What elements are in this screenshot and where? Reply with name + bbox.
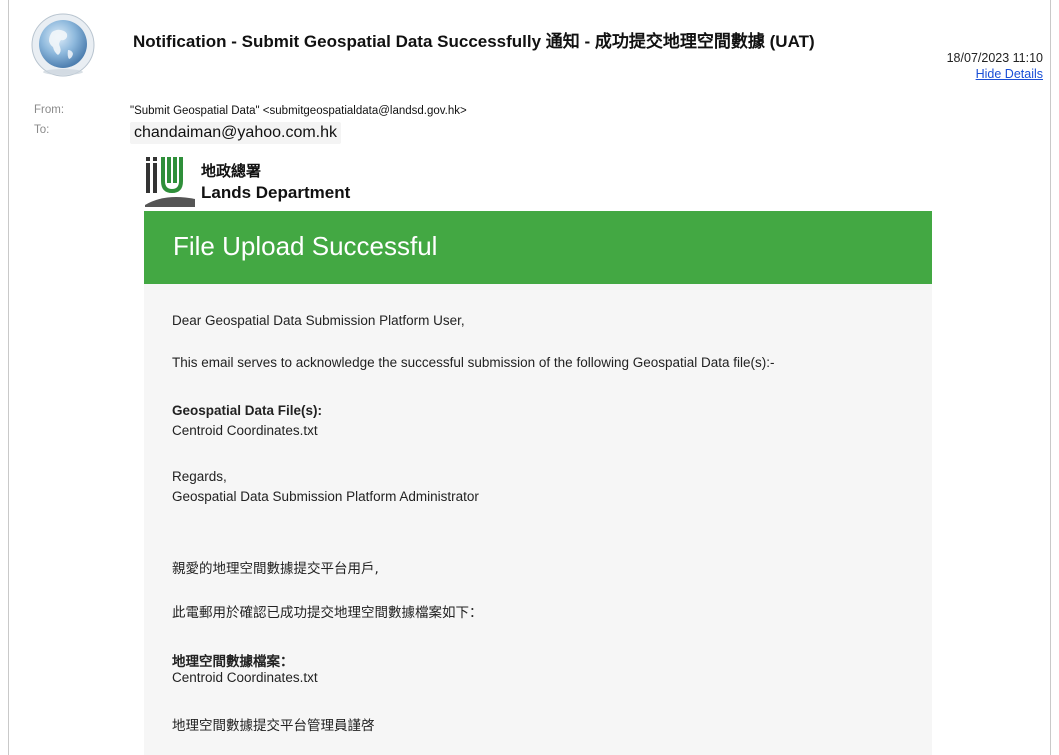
to-value[interactable]: chandaiman@yahoo.com.hk: [130, 122, 342, 144]
signature-text: Geospatial Data Submission Platform Admi…: [172, 489, 479, 504]
email-date: 18/07/2023 11:10: [946, 51, 1043, 65]
files-heading-zh: 地理空間數據檔案：: [172, 654, 294, 670]
lands-department-logo-mark: [145, 157, 195, 207]
greeting-text: Dear Geospatial Data Submission Platform…: [172, 313, 465, 328]
signature-text-zh: 地理空間數據提交平台管理員謹啓: [172, 718, 375, 734]
to-label: To:: [34, 124, 50, 136]
file-name: Centroid Coordinates.txt: [172, 423, 318, 438]
greeting-text-zh: 親愛的地理空間數據提交平台用戶,: [172, 561, 379, 577]
hide-details-link[interactable]: Hide Details: [976, 67, 1043, 81]
regards-text: Regards,: [172, 469, 227, 484]
intro-text: This email serves to acknowledge the suc…: [172, 355, 775, 370]
files-heading: Geospatial Data File(s):: [172, 403, 323, 418]
globe-icon: [30, 12, 96, 78]
success-banner: File Upload Successful: [144, 211, 932, 284]
logo-name-en: Lands Department: [201, 183, 351, 202]
file-name-zh: Centroid Coordinates.txt: [172, 670, 318, 685]
from-value[interactable]: "Submit Geospatial Data" <submitgeospati…: [130, 105, 467, 117]
from-label: From:: [34, 104, 65, 116]
logo-name-zh: 地政總署: [201, 162, 262, 180]
lands-department-logo: 地政總署 Lands Department: [145, 155, 405, 207]
banner-title: File Upload Successful: [173, 231, 438, 261]
email-subject: Notification - Submit Geospatial Data Su…: [133, 32, 815, 51]
intro-text-zh: 此電郵用於確認已成功提交地理空間數據檔案如下：: [172, 605, 483, 621]
